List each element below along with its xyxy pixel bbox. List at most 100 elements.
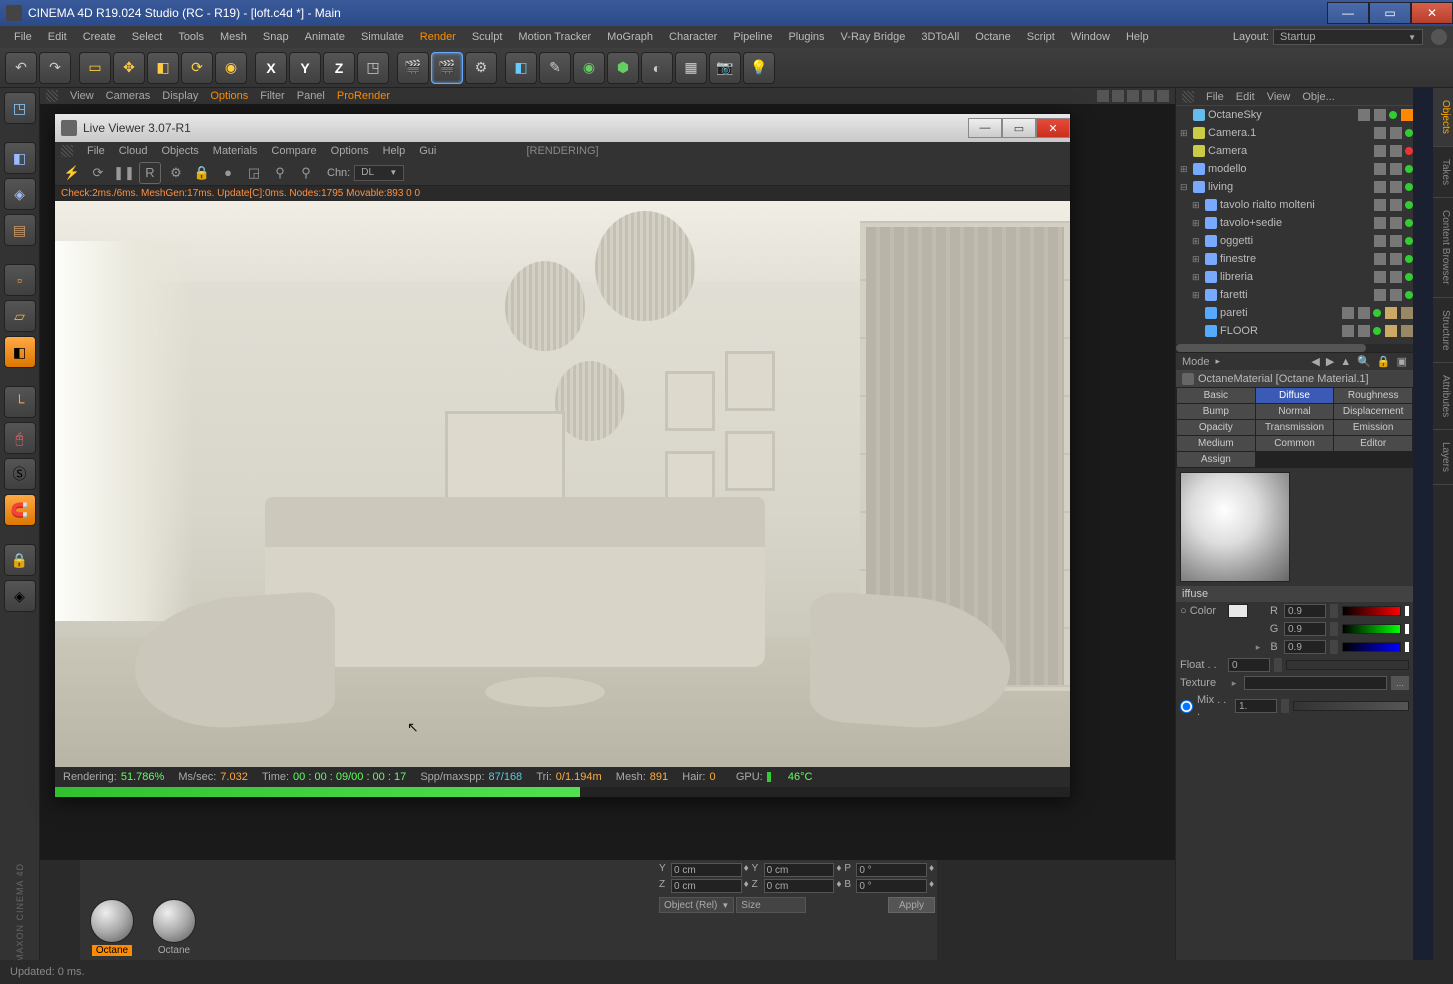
coord-field[interactable]: 0 cm xyxy=(764,863,835,877)
y-axis-toggle[interactable]: Y xyxy=(289,52,321,84)
material-tag-2[interactable] xyxy=(1401,307,1413,319)
undo-button[interactable]: ↶ xyxy=(5,52,37,84)
select-tool[interactable]: ▭ xyxy=(79,52,111,84)
object-row-tavolo-rialto-molteni[interactable]: ⊞tavolo rialto molteni xyxy=(1176,196,1413,214)
object-manager-tree[interactable]: OctaneSky⊞Camera.1Camera⊞modello⊟living⊞… xyxy=(1176,106,1413,340)
side-tab-objects[interactable]: Objects xyxy=(1433,88,1453,147)
vp-icon-3[interactable] xyxy=(1127,90,1139,102)
lv-menu-cloud[interactable]: Cloud xyxy=(119,145,148,157)
vp-menu-display[interactable]: Display xyxy=(162,90,198,102)
side-tab-layers[interactable]: Layers xyxy=(1433,430,1453,485)
grip-icon[interactable] xyxy=(61,145,73,157)
attr-tab-diffuse[interactable]: Diffuse xyxy=(1256,388,1334,403)
side-tab-takes[interactable]: Takes xyxy=(1433,147,1453,198)
object-row-tavolo-sedie[interactable]: ⊞tavolo+sedie xyxy=(1176,214,1413,232)
attr-search-icon[interactable]: 🔍 xyxy=(1357,355,1371,368)
enable-dot[interactable] xyxy=(1373,327,1381,335)
coord-field[interactable]: 0 ° xyxy=(856,863,927,877)
menu-sculpt[interactable]: Sculpt xyxy=(464,26,511,48)
vis-render-tag[interactable] xyxy=(1390,253,1402,265)
lv-menu-options[interactable]: Options xyxy=(331,145,369,157)
object-row-floor[interactable]: FLOOR xyxy=(1176,322,1413,340)
obj-menu-view[interactable]: View xyxy=(1267,91,1291,103)
object-row-oggetti[interactable]: ⊞oggetti xyxy=(1176,232,1413,250)
subdivision-surface[interactable]: ◉ xyxy=(573,52,605,84)
attr-tab-bump[interactable]: Bump xyxy=(1177,404,1255,419)
deformer-tool[interactable]: ◐ xyxy=(641,52,673,84)
object-row-libreria[interactable]: ⊞libreria xyxy=(1176,268,1413,286)
lv-menu-file[interactable]: File xyxy=(87,145,105,157)
menu-create[interactable]: Create xyxy=(75,26,124,48)
vis-render-tag[interactable] xyxy=(1390,181,1402,193)
menu-v-ray-bridge[interactable]: V-Ray Bridge xyxy=(833,26,914,48)
vp-menu-view[interactable]: View xyxy=(70,90,94,102)
magnet-toggle[interactable]: 🧲 xyxy=(4,494,36,526)
cube-primitive[interactable]: ◧ xyxy=(505,52,537,84)
z-axis-toggle[interactable]: Z xyxy=(323,52,355,84)
channel-input-r[interactable]: 0.9 xyxy=(1284,604,1326,618)
attr-tab-displacement[interactable]: Displacement xyxy=(1334,404,1412,419)
enable-dot[interactable] xyxy=(1405,201,1413,209)
obj-menu-obje[interactable]: Obje... xyxy=(1302,91,1334,103)
vp-icon-4[interactable] xyxy=(1142,90,1154,102)
material-tag[interactable] xyxy=(1385,307,1397,319)
lv-menu-materials[interactable]: Materials xyxy=(213,145,258,157)
menu-render[interactable]: Render xyxy=(412,26,464,48)
menu-simulate[interactable]: Simulate xyxy=(353,26,412,48)
attr-tab-emission[interactable]: Emission xyxy=(1334,420,1412,435)
lv-render-view[interactable]: ↖ xyxy=(55,201,1070,767)
object-row-finestre[interactable]: ⊞finestre xyxy=(1176,250,1413,268)
tweak-mode[interactable]: 🖰 xyxy=(4,422,36,454)
model-mode[interactable]: ◧ xyxy=(4,142,36,174)
color-swatch[interactable] xyxy=(1228,604,1248,618)
attr-tab-medium[interactable]: Medium xyxy=(1177,436,1255,451)
expand-icon[interactable]: ⊟ xyxy=(1180,182,1190,193)
expand-icon[interactable]: ⊞ xyxy=(1192,200,1202,211)
object-row-modello[interactable]: ⊞modello xyxy=(1176,160,1413,178)
side-tab-structure[interactable]: Structure xyxy=(1433,298,1453,364)
vp-menu-prorender[interactable]: ProRender xyxy=(337,90,390,102)
float-spinner[interactable] xyxy=(1274,658,1282,672)
obj-menu-file[interactable]: File xyxy=(1206,91,1224,103)
maximize-button[interactable]: ▭ xyxy=(1369,2,1411,24)
attr-up-icon[interactable]: ▲ xyxy=(1340,356,1351,368)
pen-tool[interactable]: ✎ xyxy=(539,52,571,84)
attr-tab-editor[interactable]: Editor xyxy=(1334,436,1412,451)
material-preview[interactable] xyxy=(1180,472,1290,582)
attr-tab-opacity[interactable]: Opacity xyxy=(1177,420,1255,435)
lv-close-button[interactable]: ✕ xyxy=(1036,118,1070,138)
texture-play-icon[interactable]: ▸ xyxy=(1228,677,1240,689)
menu-help[interactable]: Help xyxy=(1118,26,1157,48)
menu-mesh[interactable]: Mesh xyxy=(212,26,255,48)
vis-editor-tag[interactable] xyxy=(1374,235,1386,247)
vis-render-tag[interactable] xyxy=(1390,217,1402,229)
enable-dot[interactable] xyxy=(1389,111,1397,119)
vp-menu-filter[interactable]: Filter xyxy=(260,90,284,102)
vis-editor-tag[interactable] xyxy=(1374,253,1386,265)
object-row-camera[interactable]: Camera xyxy=(1176,142,1413,160)
vis-render-tag[interactable] xyxy=(1390,271,1402,283)
channel-spinner[interactable] xyxy=(1330,640,1338,654)
vis-editor-tag[interactable] xyxy=(1358,109,1370,121)
coord-system[interactable]: ◳ xyxy=(357,52,389,84)
material-tag[interactable] xyxy=(1385,325,1397,337)
vp-menu-cameras[interactable]: Cameras xyxy=(106,90,151,102)
menu-pipeline[interactable]: Pipeline xyxy=(725,26,780,48)
vis-editor-tag[interactable] xyxy=(1374,163,1386,175)
coord-field[interactable]: 0 cm xyxy=(671,879,742,893)
channel-slider-r[interactable] xyxy=(1342,606,1401,616)
mix-input[interactable]: 1. xyxy=(1235,699,1277,713)
color-menu-icon[interactable]: ▸ xyxy=(1252,641,1264,653)
lv-clip-icon[interactable]: ◲ xyxy=(243,162,265,184)
enable-dot[interactable] xyxy=(1405,255,1413,263)
expand-icon[interactable]: ⊞ xyxy=(1192,272,1202,283)
vis-editor-tag[interactable] xyxy=(1374,127,1386,139)
menu-tools[interactable]: Tools xyxy=(170,26,212,48)
lv-settings-icon[interactable]: ⚙ xyxy=(165,162,187,184)
vis-render-tag[interactable] xyxy=(1390,235,1402,247)
attr-new-icon[interactable]: ▣ xyxy=(1397,355,1407,368)
object-row-octanesky[interactable]: OctaneSky xyxy=(1176,106,1413,124)
vp-icon-1[interactable] xyxy=(1097,90,1109,102)
render-button[interactable]: 🎬 xyxy=(397,52,429,84)
vis-render-tag[interactable] xyxy=(1390,127,1402,139)
